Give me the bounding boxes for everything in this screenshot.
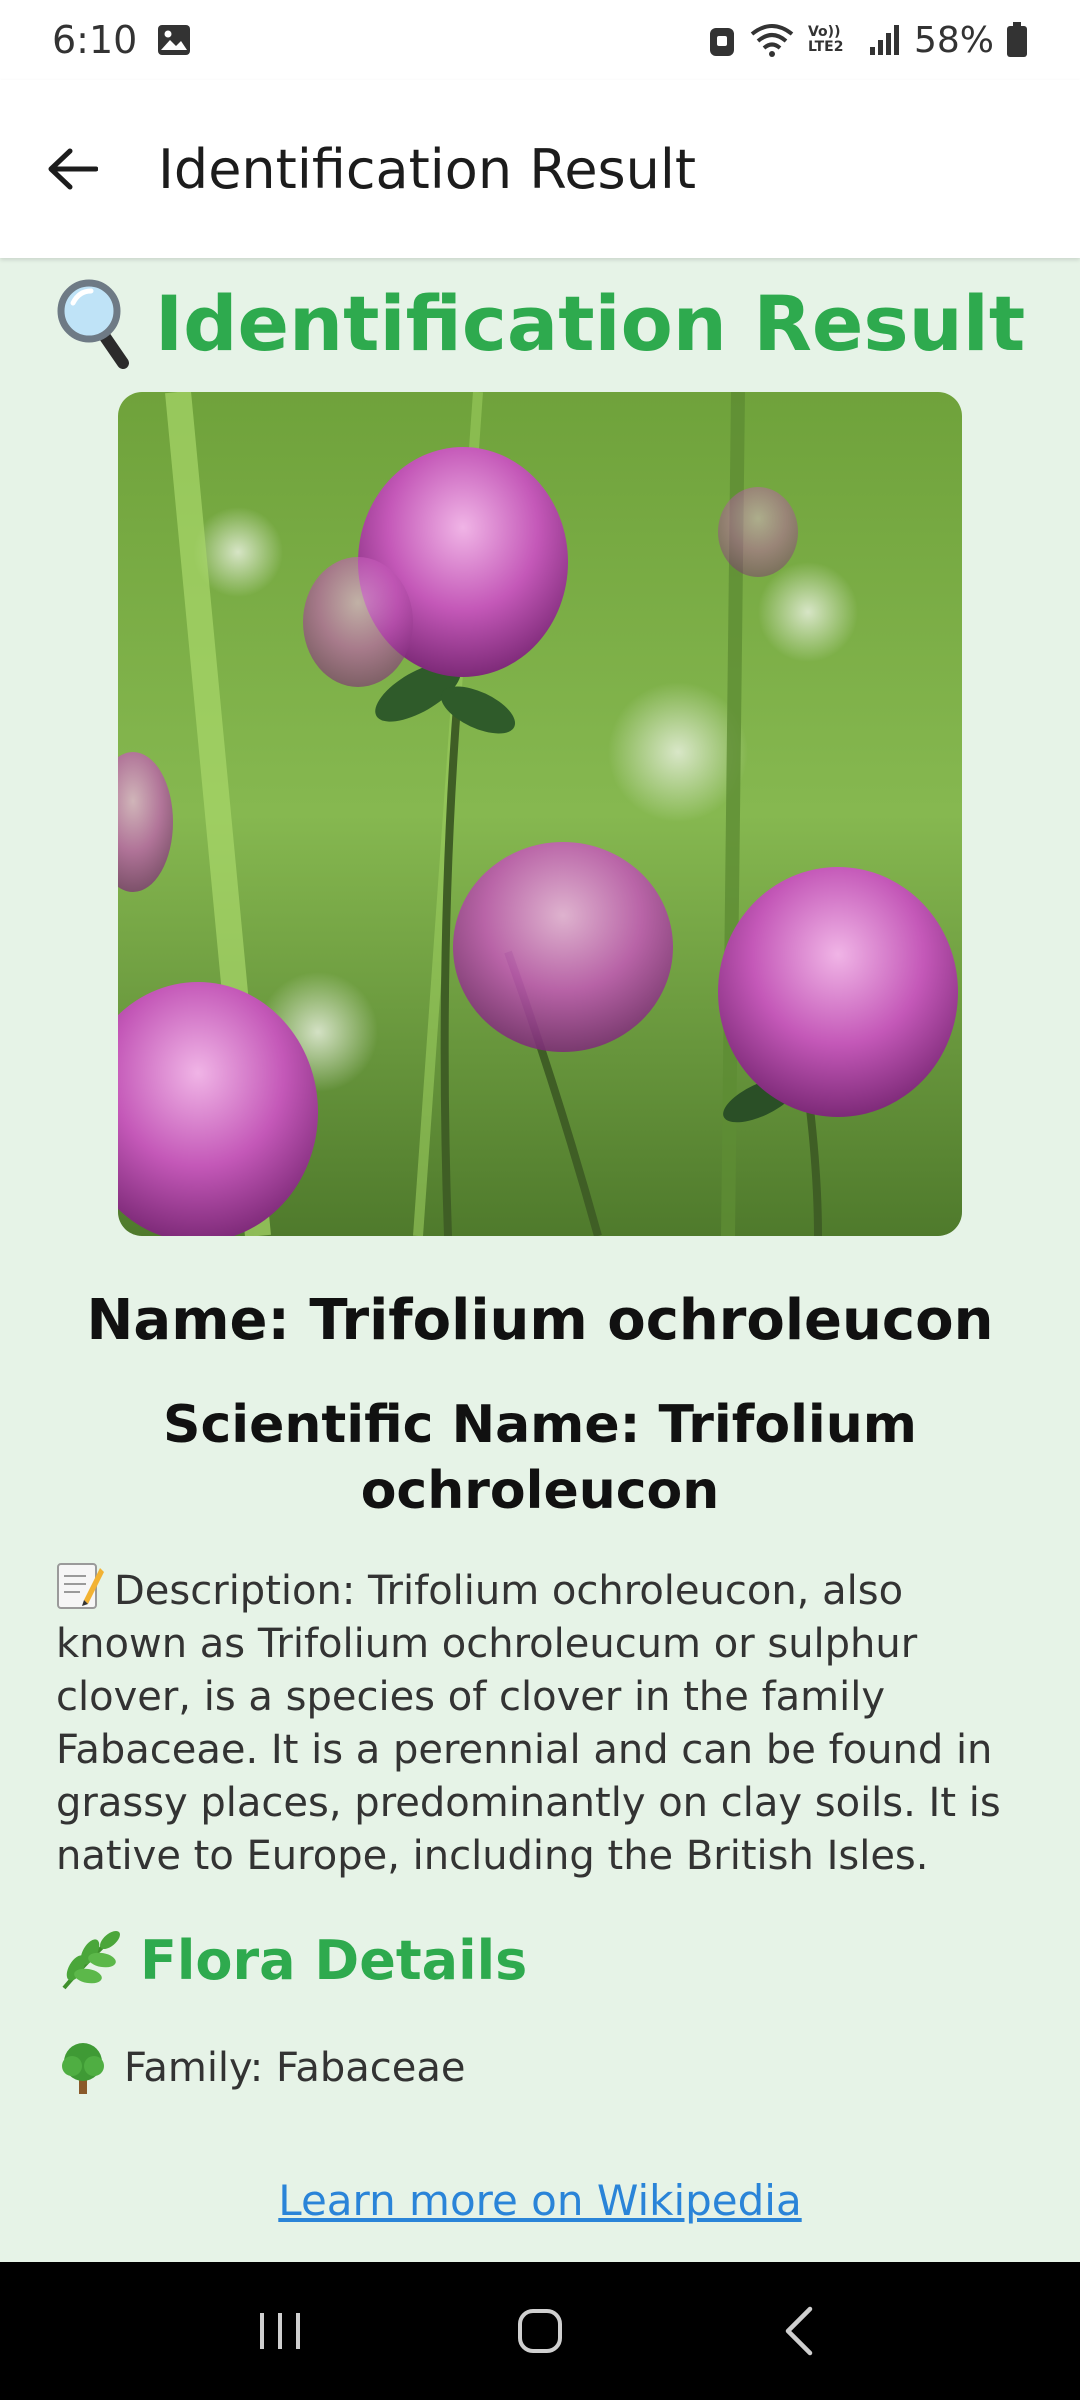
- gallery-notification-icon: [158, 25, 191, 55]
- app-bar-title: Identification Result: [158, 137, 697, 201]
- system-nav-bar: [0, 2262, 1080, 2400]
- recent-apps-button[interactable]: [235, 2286, 325, 2376]
- arrow-left-icon: [48, 148, 98, 190]
- home-button[interactable]: [495, 2286, 585, 2376]
- lock-notification-icon: [709, 28, 734, 56]
- home-icon: [518, 2309, 562, 2353]
- tree-icon: [62, 2043, 104, 2094]
- battery-icon: [1007, 22, 1027, 57]
- app-bar: Identification Result: [0, 80, 1080, 258]
- signal-icon: [869, 25, 899, 55]
- battery-percent: 58%: [913, 19, 994, 61]
- recent-apps-icon: [260, 2313, 300, 2349]
- wifi-icon: [750, 24, 794, 57]
- memo-icon: [57, 1563, 104, 1609]
- family-text: Family: Fabaceae: [124, 2045, 466, 2091]
- description-text: Description: Trifolium ochroleucon, also…: [56, 1568, 1001, 1879]
- family-line: Family: Fabaceae: [56, 2040, 465, 2096]
- herb-icon: [62, 1931, 120, 1990]
- chevron-left-icon: [785, 2306, 813, 2356]
- result-content[interactable]: Identification Result Name: Trifolium oc…: [0, 258, 1080, 2256]
- network-type-label: Vo)) LTE2: [807, 24, 844, 55]
- magnifier-icon: [57, 279, 129, 369]
- status-bar: 6:10 Vo)) LTE2 58%: [0, 0, 1080, 80]
- status-time: 6:10: [52, 18, 138, 62]
- plant-photo: [118, 392, 962, 1236]
- description: Description: Trifolium ochroleucon, also…: [56, 1560, 1036, 1883]
- result-heading: Identification Result: [0, 258, 1080, 388]
- scientific-name: Scientific Name: Trifolium ochroleucon: [163, 1395, 917, 1521]
- status-icons: Vo)) LTE2 58%: [708, 20, 1028, 61]
- back-button[interactable]: [22, 119, 122, 219]
- back-nav-button[interactable]: [755, 2286, 845, 2376]
- flora-details-text: Flora Details: [140, 1928, 528, 1992]
- flora-details-heading: Flora Details: [56, 1926, 527, 1994]
- plant-name: Name: Trifolium ochroleucon: [86, 1288, 994, 1353]
- wikipedia-link[interactable]: Learn more on Wikipedia: [0, 2176, 1080, 2225]
- result-heading-text: Identification Result: [154, 278, 1026, 368]
